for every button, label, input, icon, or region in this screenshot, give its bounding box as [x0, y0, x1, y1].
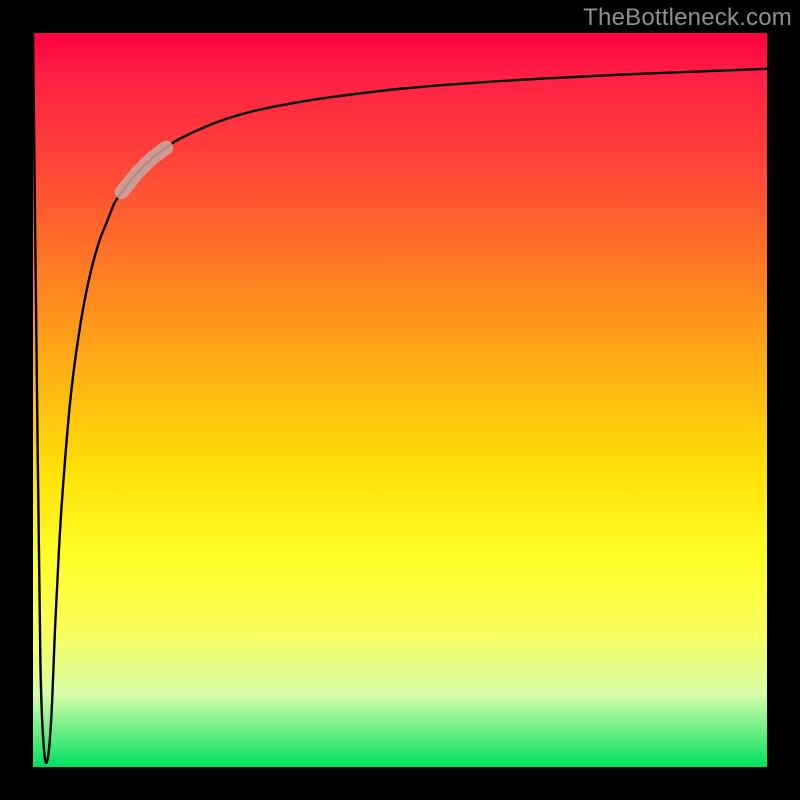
highlight-segment [122, 148, 166, 192]
curve-svg [33, 33, 770, 770]
plot-area [30, 30, 770, 770]
chart-container: TheBottleneck.com [0, 0, 800, 800]
curve-path [33, 33, 770, 763]
watermark-label: TheBottleneck.com [583, 4, 792, 32]
